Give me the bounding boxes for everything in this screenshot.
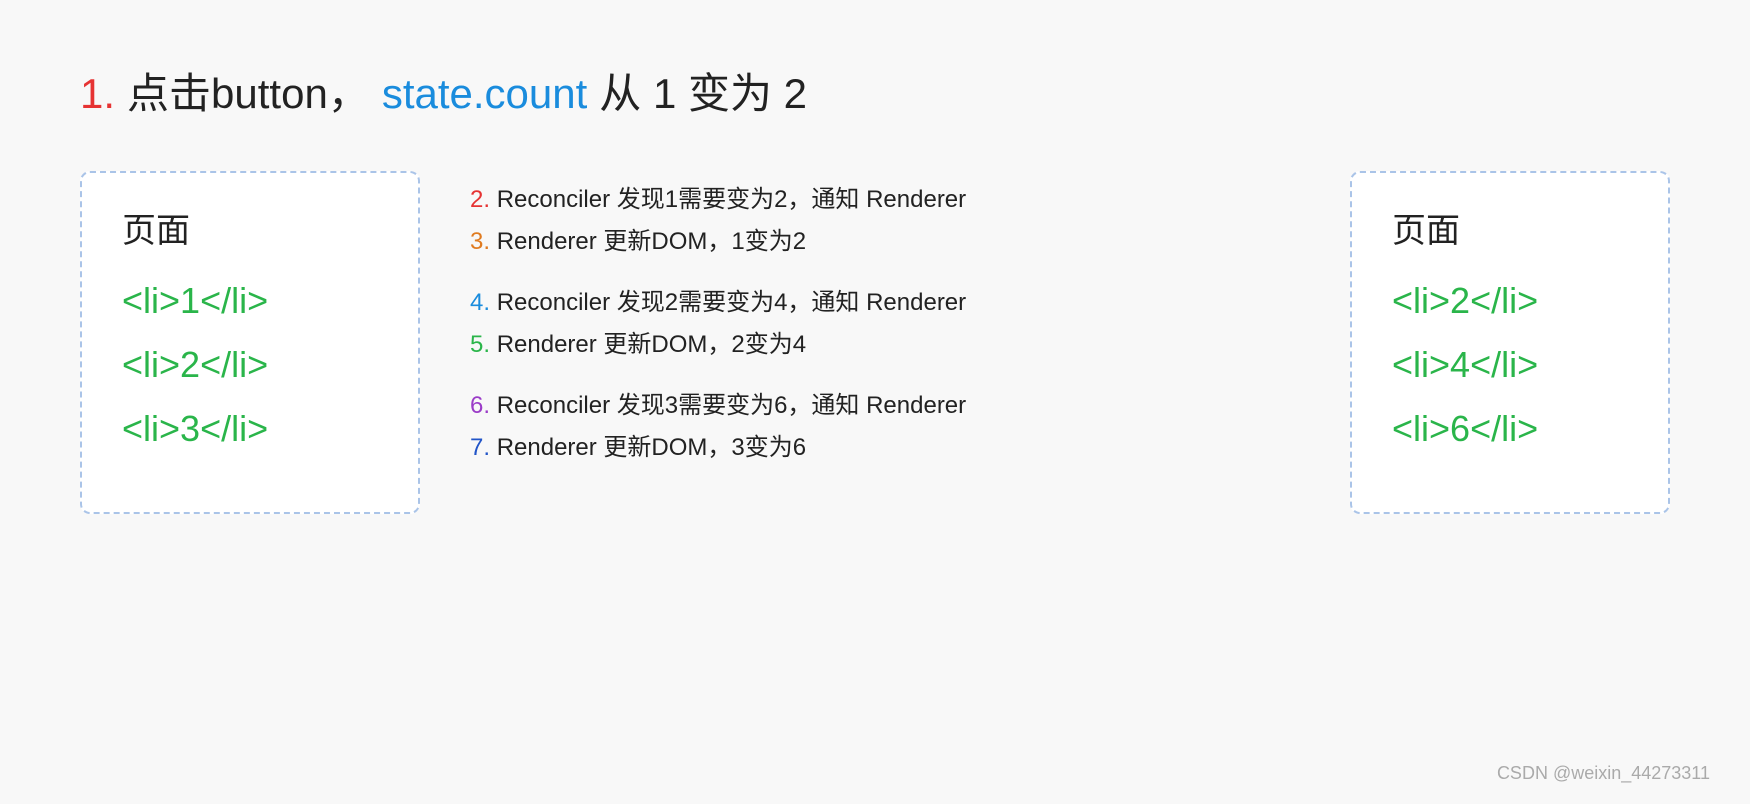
step-6-number: 6. [470,392,490,419]
left-li-1: <li>1</li> [122,280,378,322]
step-5-number: 5. [470,331,490,358]
left-li-3: <li>3</li> [122,408,378,450]
step-group-1: 2. Reconciler 发现1需要变为2，通知 Renderer 3. Re… [470,181,1140,262]
step-3-text: Renderer 更新DOM，1变为2 [497,228,806,255]
title-suffix: 从 1 变为 2 [599,60,807,121]
title-prefix: 点击button， [127,60,370,121]
step-6-text: Reconciler 发现3需要变为6，通知 Renderer [497,392,966,419]
step-2-number: 2. [470,186,490,213]
right-li-3: <li>6</li> [1392,408,1628,450]
step-2: 2. Reconciler 发现1需要变为2，通知 Renderer [470,181,1140,219]
step-2-text: Reconciler 发现1需要变为2，通知 Renderer [497,186,966,213]
watermark: CSDN @weixin_44273311 [1497,763,1710,784]
step-group-2: 4. Reconciler 发现2需要变为4，通知 Renderer 5. Re… [470,284,1140,365]
title-highlight: state.count [382,70,587,118]
step-4-number: 4. [470,289,490,316]
step-5-text: Renderer 更新DOM，2变为4 [497,331,806,358]
step-6: 6. Reconciler 发现3需要变为6，通知 Renderer [470,387,1140,425]
steps-area: 2. Reconciler 发现1需要变为2，通知 Renderer 3. Re… [420,171,1180,489]
right-box: 页面 <li>2</li> <li>4</li> <li>6</li> [1350,171,1670,514]
step-7-text: Renderer 更新DOM，3变为6 [497,434,806,461]
right-li-1: <li>2</li> [1392,280,1628,322]
title-number: 1. [80,70,115,118]
step-4: 4. Reconciler 发现2需要变为4，通知 Renderer [470,284,1140,322]
right-li-2: <li>4</li> [1392,344,1628,386]
step-3-number: 3. [470,228,490,255]
step-7-number: 7. [470,434,490,461]
left-box: 页面 <li>1</li> <li>2</li> <li>3</li> [80,171,420,514]
step-3: 3. Renderer 更新DOM，1变为2 [470,223,1140,261]
left-li-2: <li>2</li> [122,344,378,386]
right-box-title: 页面 [1392,203,1628,252]
left-box-title: 页面 [122,203,378,252]
step-7: 7. Renderer 更新DOM，3变为6 [470,429,1140,467]
step-4-text: Reconciler 发现2需要变为4，通知 Renderer [497,289,966,316]
step-5: 5. Renderer 更新DOM，2变为4 [470,326,1140,364]
step-group-3: 6. Reconciler 发现3需要变为6，通知 Renderer 7. Re… [470,387,1140,468]
